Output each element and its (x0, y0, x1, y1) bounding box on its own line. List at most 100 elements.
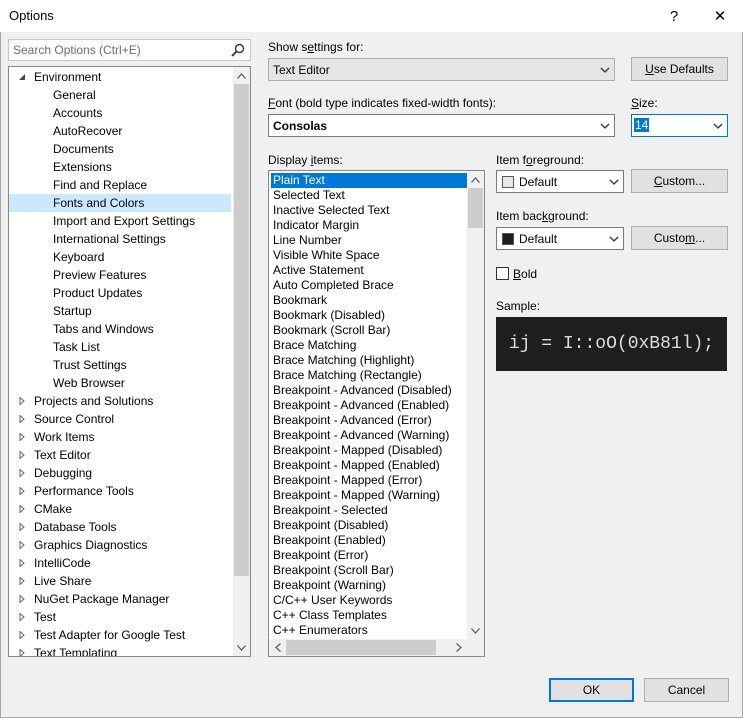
collapsed-arrow-icon[interactable] (18, 487, 26, 495)
display-item[interactable]: Breakpoint (Disabled) (271, 518, 467, 533)
tree-item[interactable]: International Settings (9, 230, 231, 248)
tree-item[interactable]: Text Templating (9, 644, 231, 656)
bold-checkbox[interactable] (496, 267, 509, 280)
tree-item[interactable]: Source Control (9, 410, 231, 428)
tree-item[interactable]: Graphics Diagnostics (9, 536, 231, 554)
tree-item[interactable]: Test (9, 608, 231, 626)
display-item[interactable]: Bookmark (Scroll Bar) (271, 323, 467, 338)
tree-item[interactable]: Find and Replace (9, 176, 231, 194)
tree-item[interactable]: CMake (9, 500, 231, 518)
items-scroll-up-button[interactable] (467, 171, 484, 188)
tree-item[interactable]: Product Updates (9, 284, 231, 302)
tree-item[interactable]: Task List (9, 338, 231, 356)
display-item[interactable]: Breakpoint - Mapped (Error) (271, 473, 467, 488)
ok-button[interactable]: OK (549, 678, 634, 702)
collapsed-arrow-icon[interactable] (18, 469, 26, 477)
items-hscroll-thumb[interactable] (286, 640, 436, 655)
tree-item[interactable]: Preview Features (9, 266, 231, 284)
tree-item[interactable]: Trust Settings (9, 356, 231, 374)
help-button[interactable]: ? (651, 0, 697, 32)
collapsed-arrow-icon[interactable] (18, 415, 26, 423)
custom-background-button[interactable]: Custo m... (631, 226, 728, 250)
display-item[interactable]: Breakpoint - Advanced (Disabled) (271, 383, 467, 398)
tree-item[interactable]: IntelliCode (9, 554, 231, 572)
display-item[interactable]: Breakpoint - Advanced (Enabled) (271, 398, 467, 413)
display-item[interactable]: Visible White Space (271, 248, 467, 263)
display-item[interactable]: C++ Enumerators (271, 623, 467, 638)
tree-item[interactable]: Keyboard (9, 248, 231, 266)
items-scroll-thumb[interactable] (468, 188, 483, 228)
display-item[interactable]: Inactive Selected Text (271, 203, 467, 218)
close-button[interactable]: ✕ (697, 0, 743, 32)
tree-item[interactable]: Database Tools (9, 518, 231, 536)
tree-item[interactable]: NuGet Package Manager (9, 590, 231, 608)
use-defaults-button[interactable]: Use Defaults (631, 57, 728, 81)
tree-item[interactable]: Startup (9, 302, 231, 320)
tree-item[interactable]: General (9, 86, 231, 104)
tree-item[interactable]: Web Browser (9, 374, 231, 392)
tree-item[interactable]: Text Editor (9, 446, 231, 464)
collapsed-arrow-icon[interactable] (18, 397, 26, 405)
tree-item[interactable]: Tabs and Windows (9, 320, 231, 338)
font-select[interactable]: Consolas (268, 114, 615, 137)
display-items-list[interactable]: Plain Text Selected Text Inactive Selected… (268, 170, 485, 657)
tree-item[interactable]: Import and Export Settings (9, 212, 231, 230)
collapsed-arrow-icon[interactable] (18, 577, 26, 585)
show-settings-select[interactable]: Text Editor (268, 58, 615, 81)
collapsed-arrow-icon[interactable] (18, 631, 26, 639)
tree-item[interactable]: Fonts and Colors (9, 194, 231, 212)
collapsed-arrow-icon[interactable] (18, 613, 26, 621)
item-background-select[interactable]: Default (496, 227, 624, 250)
display-item[interactable]: Brace Matching (Highlight) (271, 353, 467, 368)
display-item[interactable]: Breakpoint - Selected (271, 503, 467, 518)
display-item[interactable]: C/C++ User Keywords (271, 593, 467, 608)
collapsed-arrow-icon[interactable] (18, 595, 26, 603)
tree-scroll-thumb[interactable] (234, 84, 249, 576)
display-item[interactable]: Breakpoint - Mapped (Warning) (271, 488, 467, 503)
tree-item[interactable]: Projects and Solutions (9, 392, 231, 410)
cancel-button[interactable]: Cancel (644, 678, 729, 702)
display-item[interactable]: Breakpoint (Scroll Bar) (271, 563, 467, 578)
items-scroll-down-button[interactable] (467, 622, 484, 639)
expanded-arrow-icon[interactable] (18, 73, 26, 81)
collapsed-arrow-icon[interactable] (18, 559, 26, 567)
tree-scroll-up-button[interactable] (233, 67, 250, 84)
tree-item[interactable]: Accounts (9, 104, 231, 122)
tree-item[interactable]: Live Share (9, 572, 231, 590)
bold-label[interactable]: Bold (513, 267, 537, 281)
display-item[interactable]: C++ Class Templates (271, 608, 467, 623)
size-value[interactable]: 14 (634, 118, 650, 132)
display-item[interactable]: Brace Matching (271, 338, 467, 353)
collapsed-arrow-icon[interactable] (18, 541, 26, 549)
tree-item[interactable]: Work Items (9, 428, 231, 446)
display-item[interactable]: Breakpoint - Advanced (Warning) (271, 428, 467, 443)
tree-scroll-down-button[interactable] (233, 639, 250, 656)
item-foreground-select[interactable]: Default (496, 170, 624, 193)
items-scroll-left-button[interactable] (269, 639, 286, 656)
collapsed-arrow-icon[interactable] (18, 523, 26, 531)
options-tree[interactable]: Environment General Accounts AutoRecover Doc… (8, 66, 251, 657)
tree-item[interactable]: Documents (9, 140, 231, 158)
items-vscrollbar[interactable] (467, 171, 484, 639)
collapsed-arrow-icon[interactable] (18, 649, 26, 656)
tree-item[interactable]: Environment (9, 68, 231, 86)
display-item[interactable]: Plain Text (271, 173, 467, 188)
tree-item[interactable]: Extensions (9, 158, 231, 176)
items-hscrollbar[interactable] (269, 639, 467, 656)
collapsed-arrow-icon[interactable] (18, 433, 26, 441)
display-item[interactable]: Bookmark (Disabled) (271, 308, 467, 323)
search-icon[interactable] (230, 42, 246, 58)
size-select[interactable]: 14 (631, 114, 728, 137)
tree-scrollbar[interactable] (233, 67, 250, 656)
search-input[interactable] (13, 42, 223, 58)
display-item[interactable]: Selected Text (271, 188, 467, 203)
display-item[interactable]: Bookmark (271, 293, 467, 308)
display-item[interactable]: Brace Matching (Rectangle) (271, 368, 467, 383)
tree-item[interactable]: Test Adapter for Google Test (9, 626, 231, 644)
tree-item[interactable]: Debugging (9, 464, 231, 482)
display-item[interactable]: Breakpoint - Mapped (Enabled) (271, 458, 467, 473)
tree-item[interactable]: AutoRecover (9, 122, 231, 140)
items-scroll-right-button[interactable] (450, 639, 467, 656)
display-item[interactable]: Breakpoint (Enabled) (271, 533, 467, 548)
display-item[interactable]: Line Number (271, 233, 467, 248)
